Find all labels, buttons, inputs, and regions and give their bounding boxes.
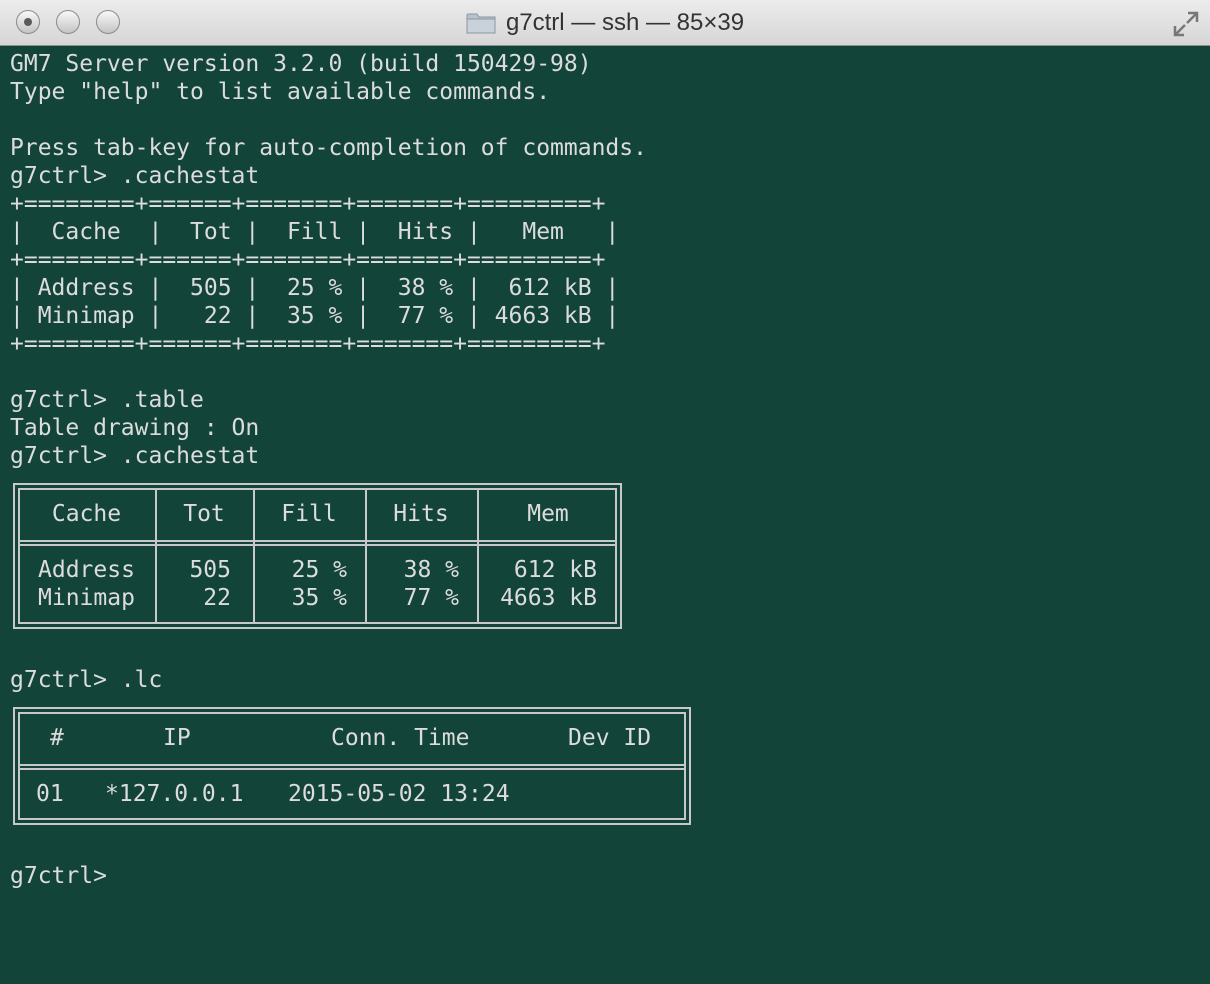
folder-icon [466,13,496,34]
table-cell: 505 [189,557,231,583]
ascii-table-line: +========+======+=======+=======+=======… [10,191,606,217]
terminal-line: g7ctrl> .cachestat [10,163,260,189]
table-cell: Address [38,557,135,583]
title-bar: g7ctrl — ssh — 85×39 [0,0,1210,46]
terminal-line: Press tab-key for auto-completion of com… [10,135,647,161]
table-header: # [50,725,64,751]
table-cell: 2015-05-02 13:24 [288,781,510,807]
table-header: Conn. Time [331,725,470,751]
terminal-line: g7ctrl> .lc [10,667,163,693]
table-divider [20,768,684,770]
table-header: Mem [527,501,569,527]
table-cell: 25 % [291,557,347,583]
ascii-table-line: +========+======+=======+=======+=======… [10,247,606,273]
table-cell: 4663 kB [500,585,597,611]
table-cell: 35 % [291,585,347,611]
terminal-prompt[interactable]: g7ctrl> [10,862,107,890]
table-cell: 38 % [403,557,459,583]
window-title: g7ctrl — ssh — 85×39 [505,9,745,36]
terminal-screen[interactable]: GM7 Server version 3.2.0 (build 150429-9… [10,50,1205,980]
terminal-line: g7ctrl> .table [10,387,204,413]
table-header: Hits [393,501,449,527]
title-wrap: g7ctrl — ssh — 85×39 [0,0,1210,46]
fullscreen-icon[interactable] [1172,10,1200,38]
cache-table-inner: Cache Tot Fill Hits Mem Address 505 25 %… [18,488,617,624]
lc-table-inner: # IP Conn. Time Dev ID 01 *127.0.0.1 201… [18,712,686,820]
cache-table: Cache Tot Fill Hits Mem Address 505 25 %… [13,483,622,629]
ascii-table-line: +========+======+=======+=======+=======… [10,331,606,357]
table-header: Dev ID [568,725,652,751]
table-cell: 01 [36,781,64,807]
table-divider [20,544,615,546]
terminal-line: Type "help" to list available commands. [10,79,551,105]
terminal-line: GM7 Server version 3.2.0 (build 150429-9… [10,51,592,77]
lc-table: # IP Conn. Time Dev ID 01 *127.0.0.1 201… [13,707,691,825]
table-header: Fill [281,501,337,527]
table-divider [20,764,684,766]
table-header: IP [163,725,191,751]
terminal-line: g7ctrl> .cachestat [10,443,260,469]
terminal-line: Table drawing : On [10,415,260,441]
table-cell: 612 kB [513,557,597,583]
table-divider [20,540,615,542]
table-cell: Minimap [38,585,135,611]
ascii-table-line: | Minimap | 22 | 35 % | 77 % | 4663 kB | [10,303,620,329]
ascii-table-line: | Address | 505 | 25 % | 38 % | 612 kB | [10,275,620,301]
table-cell: 22 [203,585,231,611]
table-header: Cache [51,501,122,527]
table-cell: *127.0.0.1 [105,781,244,807]
ascii-table-line: | Cache | Tot | Fill | Hits | Mem | [10,219,620,245]
table-header: Tot [183,501,225,527]
table-cell: 77 % [403,585,459,611]
